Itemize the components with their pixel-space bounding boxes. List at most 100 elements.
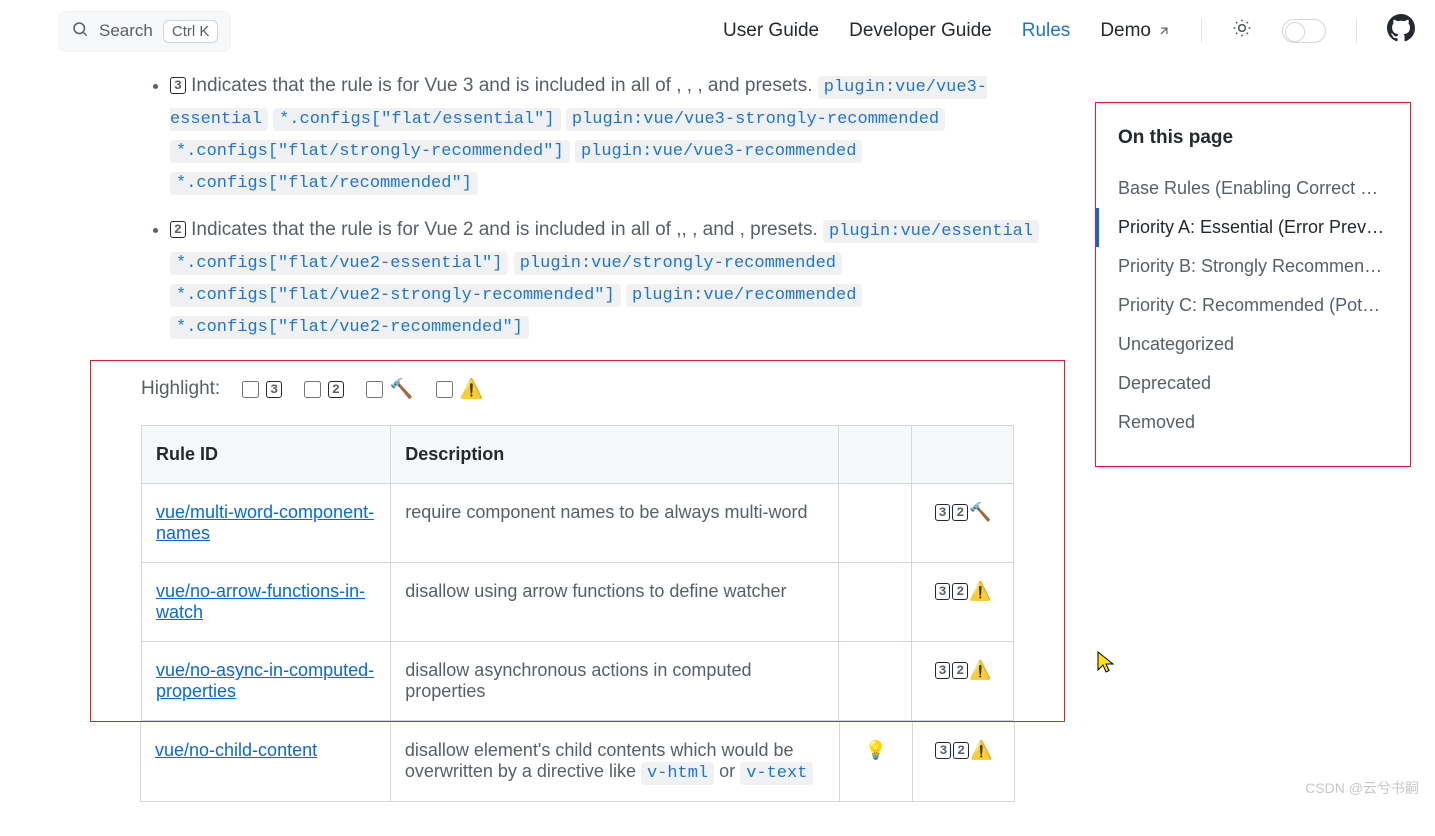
th-rule-id: Rule ID [142,426,391,484]
preset-code: plugin:vue/vue3-recommended [575,140,862,163]
vue3-icon: 3 [935,583,951,600]
aside-item[interactable]: Deprecated [1096,364,1390,403]
rule-link[interactable]: vue/no-arrow-functions-in-watch [156,581,365,622]
nav-separator [1201,19,1202,43]
rule-badges: 32⚠️ [913,722,1015,802]
github-icon[interactable] [1387,14,1415,48]
th-fix [838,426,911,484]
nav-right: User Guide Developer Guide Rules Demo [723,14,1415,48]
legend-item-vue3: 3 Indicates that the rule is for Vue 3 a… [170,70,1065,198]
vue3-icon: 3 [266,381,282,398]
table-row: vue/no-child-content disallow element's c… [141,722,1015,802]
vue2-icon: 2 [952,583,968,600]
search-placeholder: Search [99,21,153,41]
vue3-icon: 3 [935,504,951,521]
rule-badges: 32⚠️ [912,642,1014,721]
search-box[interactable]: Search Ctrl K [58,11,231,52]
table-row: vue/no-async-in-computed-properties disal… [142,642,1014,721]
th-badges [912,426,1014,484]
highlight-warn[interactable]: ⚠️ [432,377,484,401]
legend3-text: Indicates that the rule is for Vue 3 and… [191,75,818,96]
vue2-icon: 2 [328,381,344,398]
rule-description: disallow using arrow functions to define… [391,563,839,642]
rules-table: Rule ID Description vue/multi-word-compo… [141,425,1014,721]
rule-fix [838,563,911,642]
nav-developer-guide[interactable]: Developer Guide [849,20,992,42]
vue2-icon: 2 [953,742,969,759]
rule-fix [838,642,911,721]
table-row: vue/multi-word-component-names require co… [142,484,1014,563]
warning-icon: ⚠️ [969,581,991,601]
highlight-label: Highlight: [141,378,220,400]
aside-item[interactable]: Priority B: Strongly Recommended [1096,247,1390,286]
rules-redbox: Highlight: 3 2 🔨 ⚠️ [90,360,1065,722]
preset-code: *.configs["flat/vue2-strongly-recommende… [170,284,621,307]
nav-rules[interactable]: Rules [1022,20,1071,42]
rule-fix: 💡 [839,722,912,802]
preset-code: plugin:vue/strongly-recommended [514,252,842,275]
vue2-icon: 2 [952,504,968,521]
main-content: 3 Indicates that the rule is for Vue 3 a… [90,62,1095,836]
aside-list: Base Rules (Enabling Correct ESLint Pars… [1096,169,1390,442]
rule-description: disallow element's child contents which … [390,722,839,802]
preset-code: *.configs["flat/vue2-recommended"] [170,316,529,339]
aside-item[interactable]: Priority C: Recommended (Potentially Dan… [1096,286,1390,325]
highlight-checkbox[interactable] [436,381,453,398]
highlight-checkbox[interactable] [366,381,383,398]
warning-icon: ⚠️ [969,660,991,680]
sun-icon [1232,18,1252,44]
rule-link[interactable]: vue/no-async-in-computed-properties [156,660,374,701]
rule-link[interactable]: vue/no-child-content [155,740,317,760]
nav-separator [1356,19,1357,43]
legend2-text: Indicates that the rule is for Vue 2 and… [191,219,823,240]
aside-item[interactable]: Removed [1096,403,1390,442]
preset-code: *.configs["flat/strongly-recommended"] [170,140,570,163]
preset-code: plugin:vue/vue3-strongly-recommended [566,108,945,131]
aside-item[interactable]: Priority A: Essential (Error Prevention) [1096,208,1390,247]
highlight-vue2[interactable]: 2 [300,378,344,401]
rule-fix [838,484,911,563]
highlight-checkbox[interactable] [304,381,321,398]
legend-item-vue2: 2 Indicates that the rule is for Vue 2 a… [170,214,1065,342]
rule-badges: 32⚠️ [912,563,1014,642]
rules-table-continued: vue/no-child-content disallow element's c… [140,722,1015,802]
highlight-vue3[interactable]: 3 [238,378,282,401]
theme-toggle[interactable] [1282,19,1326,43]
highlight-controls: Highlight: 3 2 🔨 ⚠️ [91,361,1064,417]
highlight-checkbox[interactable] [242,381,259,398]
th-description: Description [391,426,839,484]
preset-code: plugin:vue/recommended [626,284,862,307]
hammer-icon: 🔨 [969,502,991,522]
top-navbar: Search Ctrl K User Guide Developer Guide… [0,0,1435,62]
highlight-fix[interactable]: 🔨 [362,377,414,401]
table-row: vue/no-arrow-functions-in-watch disallow … [142,563,1014,642]
preset-code: *.configs["flat/essential"] [273,108,560,131]
vue2-icon: 2 [170,221,186,238]
search-kbd: Ctrl K [163,20,219,43]
preset-code: *.configs["flat/recommended"] [170,172,478,195]
search-icon [71,20,89,43]
inline-code: v-text [740,762,813,785]
aside-item[interactable]: Base Rules (Enabling Correct ESLint Pars… [1096,169,1390,208]
rule-badges: 32🔨 [912,484,1014,563]
warning-icon: ⚠️ [460,377,484,401]
rule-description: disallow asynchronous actions in compute… [391,642,839,721]
aside-title: On this page [1118,127,1390,149]
table-header-row: Rule ID Description [142,426,1014,484]
rule-description: require component names to be always mul… [391,484,839,563]
nav-user-guide[interactable]: User Guide [723,20,819,42]
aside-item[interactable]: Uncategorized [1096,325,1390,364]
external-link-icon [1157,24,1171,38]
nav-demo-label: Demo [1100,20,1151,42]
vue3-icon: 3 [935,742,951,759]
vue3-icon: 3 [170,77,186,94]
legend-list: 3 Indicates that the rule is for Vue 3 a… [90,70,1065,342]
preset-code: *.configs["flat/vue2-essential"] [170,252,508,275]
inline-code: v-html [641,762,714,785]
nav-demo[interactable]: Demo [1100,20,1171,42]
vue2-icon: 2 [952,662,968,679]
warning-icon: ⚠️ [970,740,992,760]
hammer-icon: 🔨 [390,377,414,401]
vue3-icon: 3 [935,662,951,679]
rule-link[interactable]: vue/multi-word-component-names [156,502,374,543]
